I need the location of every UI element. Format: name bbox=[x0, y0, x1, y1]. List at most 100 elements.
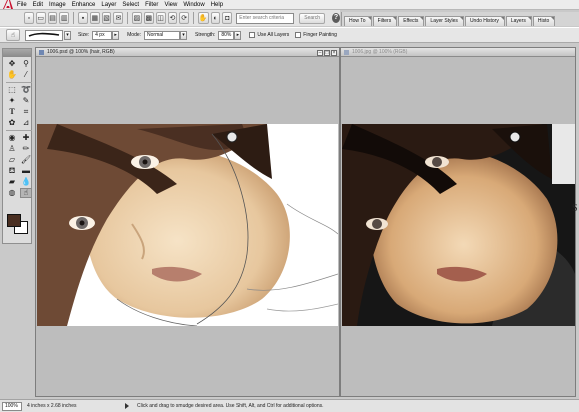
menu-image[interactable]: Image bbox=[49, 2, 66, 8]
paint-bucket-icon[interactable]: ⛾ bbox=[6, 166, 18, 176]
menu-enhance[interactable]: Enhance bbox=[72, 2, 96, 8]
menu-select[interactable]: Select bbox=[122, 2, 139, 8]
crop-icon[interactable]: ⌗ bbox=[20, 107, 32, 117]
cookie-cutter-icon[interactable]: ✿ bbox=[6, 118, 18, 128]
foreground-color-swatch[interactable] bbox=[7, 214, 21, 227]
straighten-icon[interactable]: ⊿ bbox=[20, 118, 32, 128]
menu-filter[interactable]: Filter bbox=[145, 2, 158, 8]
toolbox: ✥ ⚲ ✋ ⁄ ⬚ ➰ ✦ ✎ T ⌗ ✿ ⊿ ◉ ✚ ♙ ✏ ▱ 🖌 ⛾ ▬ … bbox=[2, 48, 32, 244]
eraser-icon[interactable]: ▱ bbox=[6, 155, 18, 165]
zoom-field[interactable]: 100% bbox=[2, 401, 22, 411]
document-titlebar[interactable]: 1006.jpg @ 100% (RGB) bbox=[341, 48, 575, 57]
tab-undo-history[interactable]: Undo History bbox=[464, 16, 505, 26]
brush-preset-dropdown[interactable]: ▾ bbox=[64, 30, 71, 40]
size-dropdown[interactable]: ▸ bbox=[112, 30, 120, 40]
maximize-button[interactable]: □ bbox=[324, 50, 330, 56]
tool-grid: ✥ ⚲ ✋ ⁄ ⬚ ➰ ✦ ✎ T ⌗ ✿ ⊿ ◉ ✚ ♙ ✏ ▱ 🖌 ⛾ ▬ … bbox=[3, 57, 32, 198]
tool-options-bar: ☝ ▾ Size: 4 px ▸ Mode: Normal ▾ Strength… bbox=[0, 27, 579, 43]
color-variations-icon[interactable]: ◐ bbox=[210, 12, 221, 24]
pencil-icon[interactable]: ✏ bbox=[20, 144, 32, 154]
step-forward-icon[interactable]: ⟳ bbox=[179, 12, 190, 24]
eyedropper-icon[interactable]: ⁄ bbox=[20, 70, 32, 80]
lasso-icon[interactable]: ➰ bbox=[20, 85, 32, 95]
smudge-icon[interactable]: ☝ bbox=[20, 188, 32, 198]
print-icon[interactable]: ▦ bbox=[89, 12, 100, 24]
menu-file[interactable]: File bbox=[17, 2, 27, 8]
use-all-layers-checkbox[interactable] bbox=[249, 32, 256, 38]
portrait-photo bbox=[342, 124, 575, 326]
document-icon bbox=[344, 49, 349, 55]
document-title: 1006.jpg @ 100% (RGB) bbox=[352, 49, 408, 55]
menu-help[interactable]: Help bbox=[211, 2, 223, 8]
open-file-icon[interactable]: ▭ bbox=[35, 12, 46, 24]
selection-brush-icon[interactable]: ✎ bbox=[20, 96, 32, 106]
tab-how-to[interactable]: How To bbox=[344, 16, 372, 26]
search-input[interactable] bbox=[236, 12, 295, 24]
gradient-icon[interactable]: ▬ bbox=[20, 166, 32, 176]
magic-wand-icon[interactable]: ✦ bbox=[6, 96, 18, 106]
toolbox-handle[interactable] bbox=[3, 49, 31, 57]
shape-icon[interactable]: ▰ bbox=[6, 177, 18, 187]
minimize-button[interactable]: – bbox=[317, 50, 323, 56]
tab-effects[interactable]: Effects bbox=[398, 16, 425, 26]
mode-label: Mode: bbox=[127, 32, 142, 38]
size-field[interactable]: 4 px bbox=[92, 30, 113, 40]
import-icon[interactable]: ▥ bbox=[59, 12, 70, 24]
online-services-icon[interactable]: ▨ bbox=[132, 12, 142, 24]
step-backward-icon[interactable]: ⟲ bbox=[167, 12, 178, 24]
toolbar-divider bbox=[127, 12, 129, 24]
menu-view[interactable]: View bbox=[164, 2, 177, 8]
search-button[interactable]: Search bbox=[299, 12, 326, 24]
email-icon[interactable]: ✉ bbox=[113, 12, 124, 24]
sponge-icon[interactable]: ◍ bbox=[6, 188, 18, 198]
fold-corner-icon bbox=[500, 17, 504, 20]
portrait-painting bbox=[37, 124, 338, 326]
type-icon[interactable]: T bbox=[6, 107, 18, 117]
document-canvas[interactable] bbox=[342, 124, 575, 326]
mode-select[interactable]: Normal bbox=[144, 30, 181, 40]
move-icon[interactable]: ✥ bbox=[6, 59, 18, 69]
status-menu-arrow-icon[interactable] bbox=[125, 403, 129, 409]
photomerge-icon[interactable]: ▩ bbox=[143, 12, 154, 24]
tab-layer-styles[interactable]: Layer Styles bbox=[425, 16, 464, 26]
fold-corner-icon bbox=[527, 17, 531, 20]
browse-icon[interactable]: ▤ bbox=[47, 12, 58, 24]
clone-stamp-icon[interactable]: ♙ bbox=[6, 144, 18, 154]
document-titlebar[interactable]: 1006.psd @ 100% (hair, RGB) – □ × bbox=[36, 48, 339, 57]
hand-icon[interactable]: ✋ bbox=[6, 70, 18, 80]
close-button[interactable]: × bbox=[331, 50, 337, 56]
menu-window[interactable]: Window bbox=[183, 2, 204, 8]
finger-painting-checkbox[interactable] bbox=[295, 32, 302, 38]
new-file-icon[interactable]: ▫ bbox=[24, 12, 34, 24]
toolbar-divider bbox=[193, 12, 194, 24]
tab-histogram[interactable]: Histo bbox=[532, 16, 556, 26]
menu-layer[interactable]: Layer bbox=[101, 2, 116, 8]
lock-icon[interactable]: ◘ bbox=[222, 12, 233, 24]
palette-well: How To Filters Effects Layer Styles Undo… bbox=[341, 12, 579, 26]
red-eye-icon[interactable]: ◉ bbox=[6, 133, 18, 143]
strength-dropdown[interactable]: ▸ bbox=[234, 30, 242, 40]
brush-icon[interactable]: 🖌 bbox=[20, 155, 32, 165]
cropped-glyph: S bbox=[572, 203, 578, 214]
quick-fix-icon[interactable]: ✋ bbox=[197, 12, 209, 24]
print-preview-icon[interactable]: ▧ bbox=[101, 12, 112, 24]
brush-preset-picker[interactable] bbox=[25, 29, 63, 41]
document-icon bbox=[39, 49, 44, 55]
web-gallery-icon[interactable]: ◫ bbox=[155, 12, 166, 24]
tab-layers[interactable]: Layers bbox=[505, 16, 532, 26]
marquee-icon[interactable]: ⬚ bbox=[6, 85, 18, 95]
document-title: 1006.psd @ 100% (hair, RGB) bbox=[47, 49, 115, 55]
save-icon[interactable]: ▪ bbox=[78, 12, 88, 24]
smudge-tool-icon[interactable]: ☝ bbox=[6, 29, 20, 41]
tool-divider bbox=[6, 130, 32, 131]
blur-icon[interactable]: 💧 bbox=[20, 177, 32, 187]
strength-field[interactable]: 80% bbox=[218, 30, 235, 40]
document-canvas[interactable] bbox=[37, 124, 338, 326]
mode-dropdown[interactable]: ▾ bbox=[180, 30, 188, 40]
zoom-icon[interactable]: ⚲ bbox=[20, 59, 32, 69]
help-icon[interactable]: ? bbox=[332, 13, 340, 23]
healing-brush-icon[interactable]: ✚ bbox=[20, 133, 32, 143]
tab-filters[interactable]: Filters bbox=[372, 16, 398, 26]
fold-corner-icon bbox=[459, 17, 463, 20]
menu-edit[interactable]: Edit bbox=[33, 2, 43, 8]
